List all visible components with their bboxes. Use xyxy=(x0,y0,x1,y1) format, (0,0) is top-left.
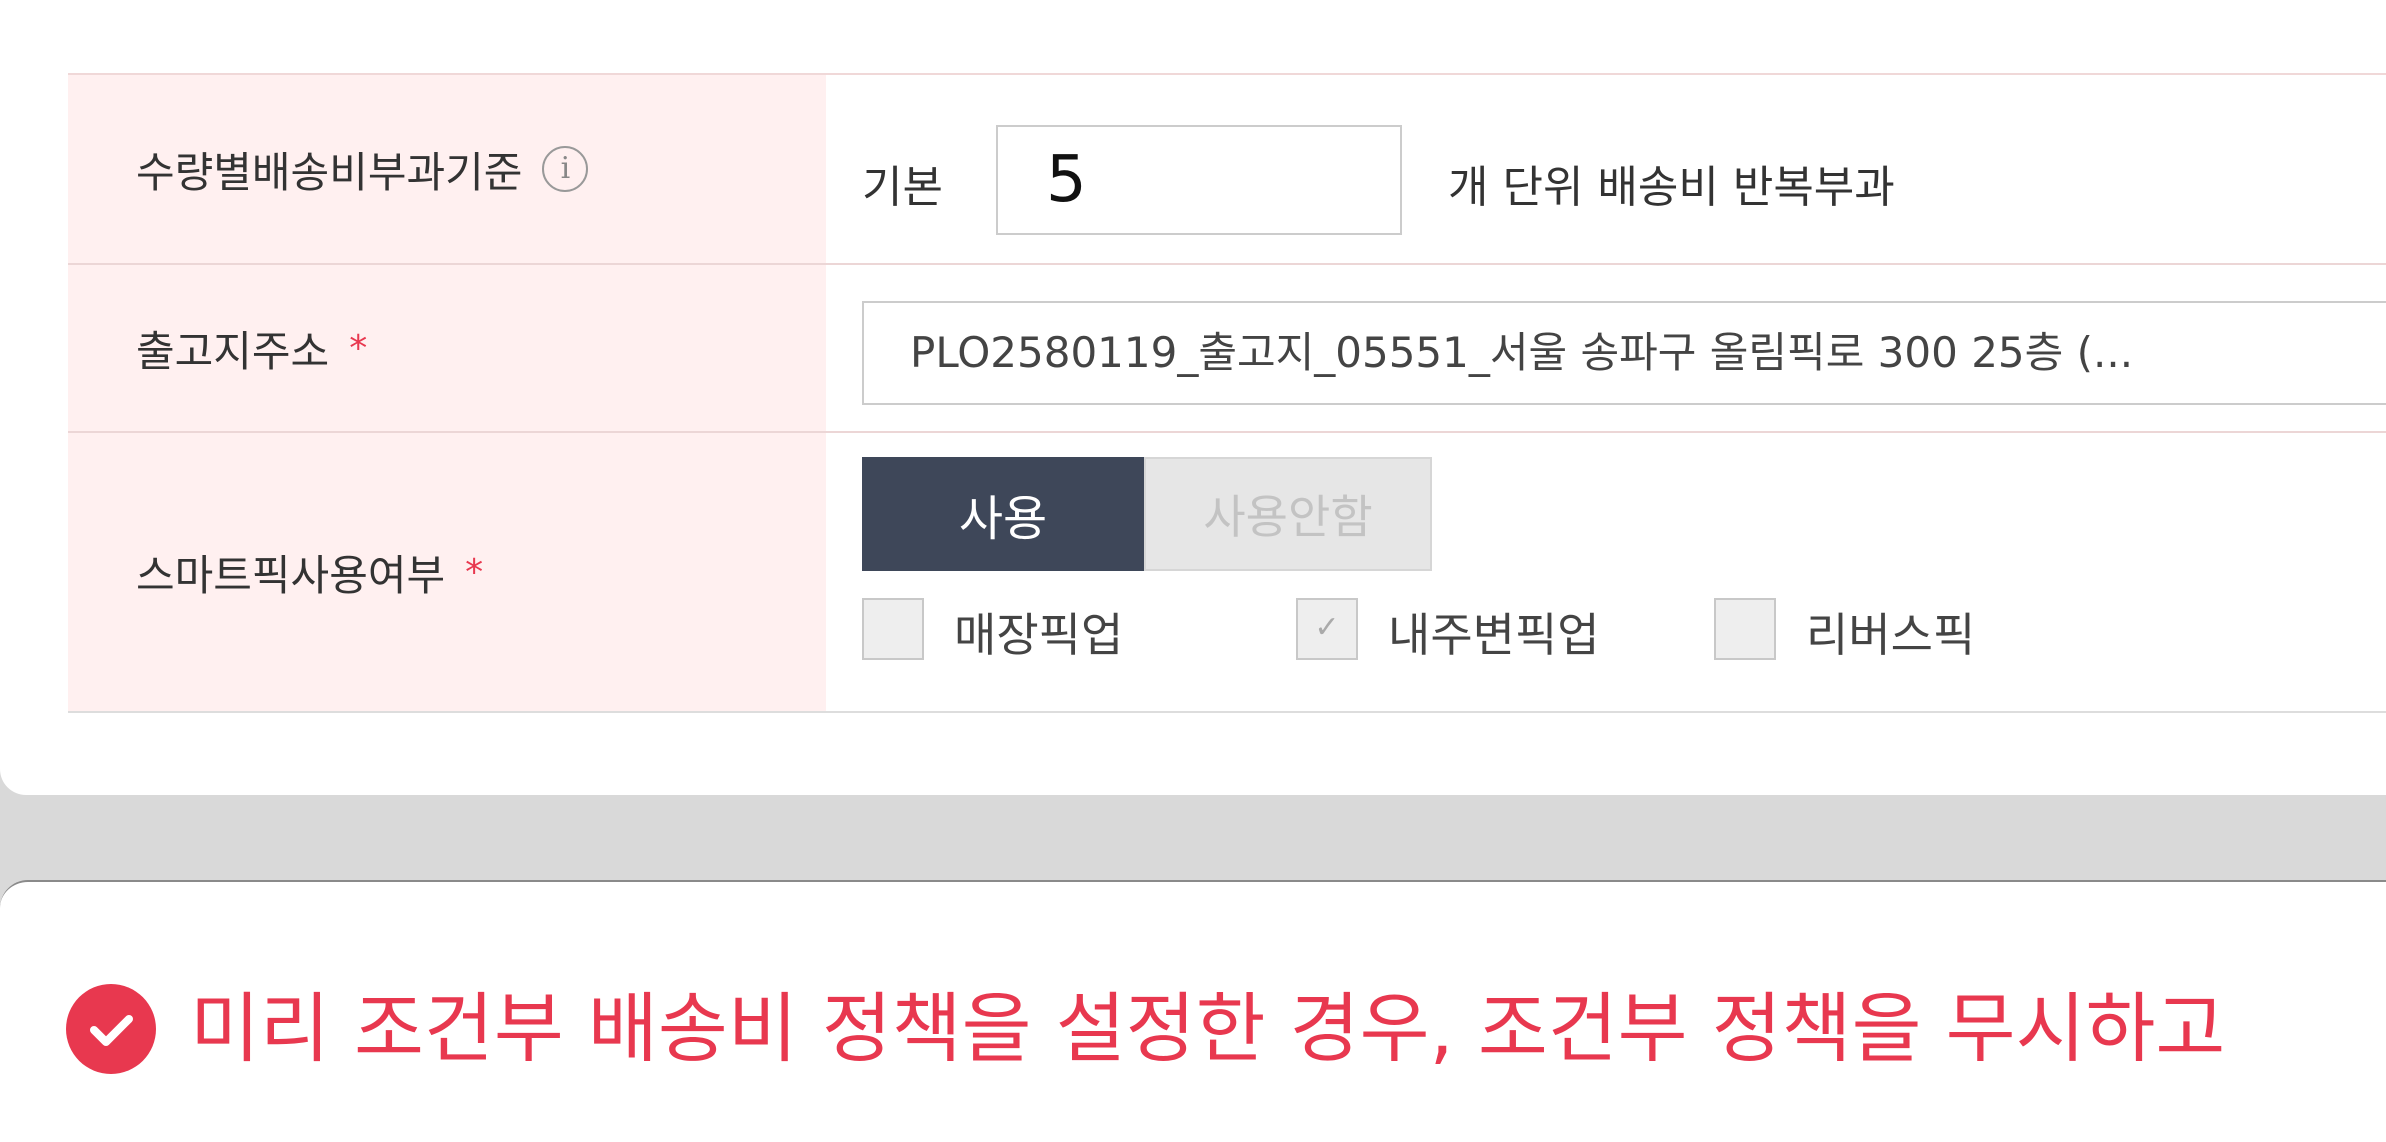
smart-pick-row: 스마트픽사용여부 * 사용 사용안함 매장픽업 ✓ 내주변픽업 리버스픽 xyxy=(68,433,2386,711)
smart-pick-not-use-button[interactable]: 사용안함 xyxy=(1144,457,1432,571)
required-mark: * xyxy=(465,551,484,593)
reverse-pick-checkbox[interactable] xyxy=(1714,598,1776,660)
qty-suffix-text: 개 단위 배송비 반복부과 xyxy=(1448,162,1895,213)
qty-prefix-text: 기본 xyxy=(862,162,943,213)
notice-text: 미리 조건부 배송비 정책을 설정한 경우, 조건부 정책을 무시하고 xyxy=(190,984,2226,1073)
qty-rule-header: 수량별배송비부과기준 i xyxy=(68,75,826,263)
qty-rule-cell: 기본 5 개 단위 배송비 반복부과 xyxy=(826,75,2386,263)
store-pickup-label: 매장픽업 xyxy=(954,608,1124,662)
origin-address-cell: PLO2580119_출고지_05551_서울 송파구 올림픽로 300 25층… xyxy=(826,265,2386,431)
origin-address-label: 출고지주소 xyxy=(136,326,330,376)
origin-address-header: 출고지주소 * xyxy=(68,265,826,431)
nearby-pickup-label: 내주변픽업 xyxy=(1388,608,1600,662)
origin-address-value: PLO2580119_출고지_05551_서울 송파구 올림픽로 300 25층… xyxy=(910,328,2134,377)
required-mark: * xyxy=(349,327,368,369)
notice-card: 미리 조건부 배송비 정책을 설정한 경우, 조건부 정책을 무시하고 xyxy=(0,880,2386,1142)
smart-pick-cell: 사용 사용안함 매장픽업 ✓ 내주변픽업 리버스픽 xyxy=(826,433,2386,711)
store-pickup-checkbox[interactable] xyxy=(862,598,924,660)
reverse-pick-label: 리버스픽 xyxy=(1806,608,1976,662)
smart-pick-use-button[interactable]: 사용 xyxy=(862,457,1144,571)
smart-pick-header: 스마트픽사용여부 * xyxy=(68,433,826,711)
qty-rule-label: 수량별배송비부과기준 xyxy=(136,147,523,197)
smart-pick-label: 스마트픽사용여부 xyxy=(136,550,446,600)
qty-unit-input[interactable]: 5 xyxy=(996,125,1402,235)
qty-rule-row: 수량별배송비부과기준 i 기본 5 개 단위 배송비 반복부과 xyxy=(68,75,2386,265)
origin-address-select[interactable]: PLO2580119_출고지_05551_서울 송파구 올림픽로 300 25층… xyxy=(862,301,2386,405)
settings-card: 수량별배송비부과기준 i 기본 5 개 단위 배송비 반복부과 출고지주소 * … xyxy=(0,0,2386,795)
check-icon: ✓ xyxy=(1314,610,1340,645)
origin-address-row: 출고지주소 * PLO2580119_출고지_05551_서울 송파구 올림픽로… xyxy=(68,265,2386,433)
shipping-form-table: 수량별배송비부과기준 i 기본 5 개 단위 배송비 반복부과 출고지주소 * … xyxy=(68,73,2386,713)
info-icon[interactable]: i xyxy=(542,146,589,192)
nearby-pickup-checkbox[interactable]: ✓ xyxy=(1296,598,1358,660)
check-circle-icon xyxy=(66,984,156,1074)
